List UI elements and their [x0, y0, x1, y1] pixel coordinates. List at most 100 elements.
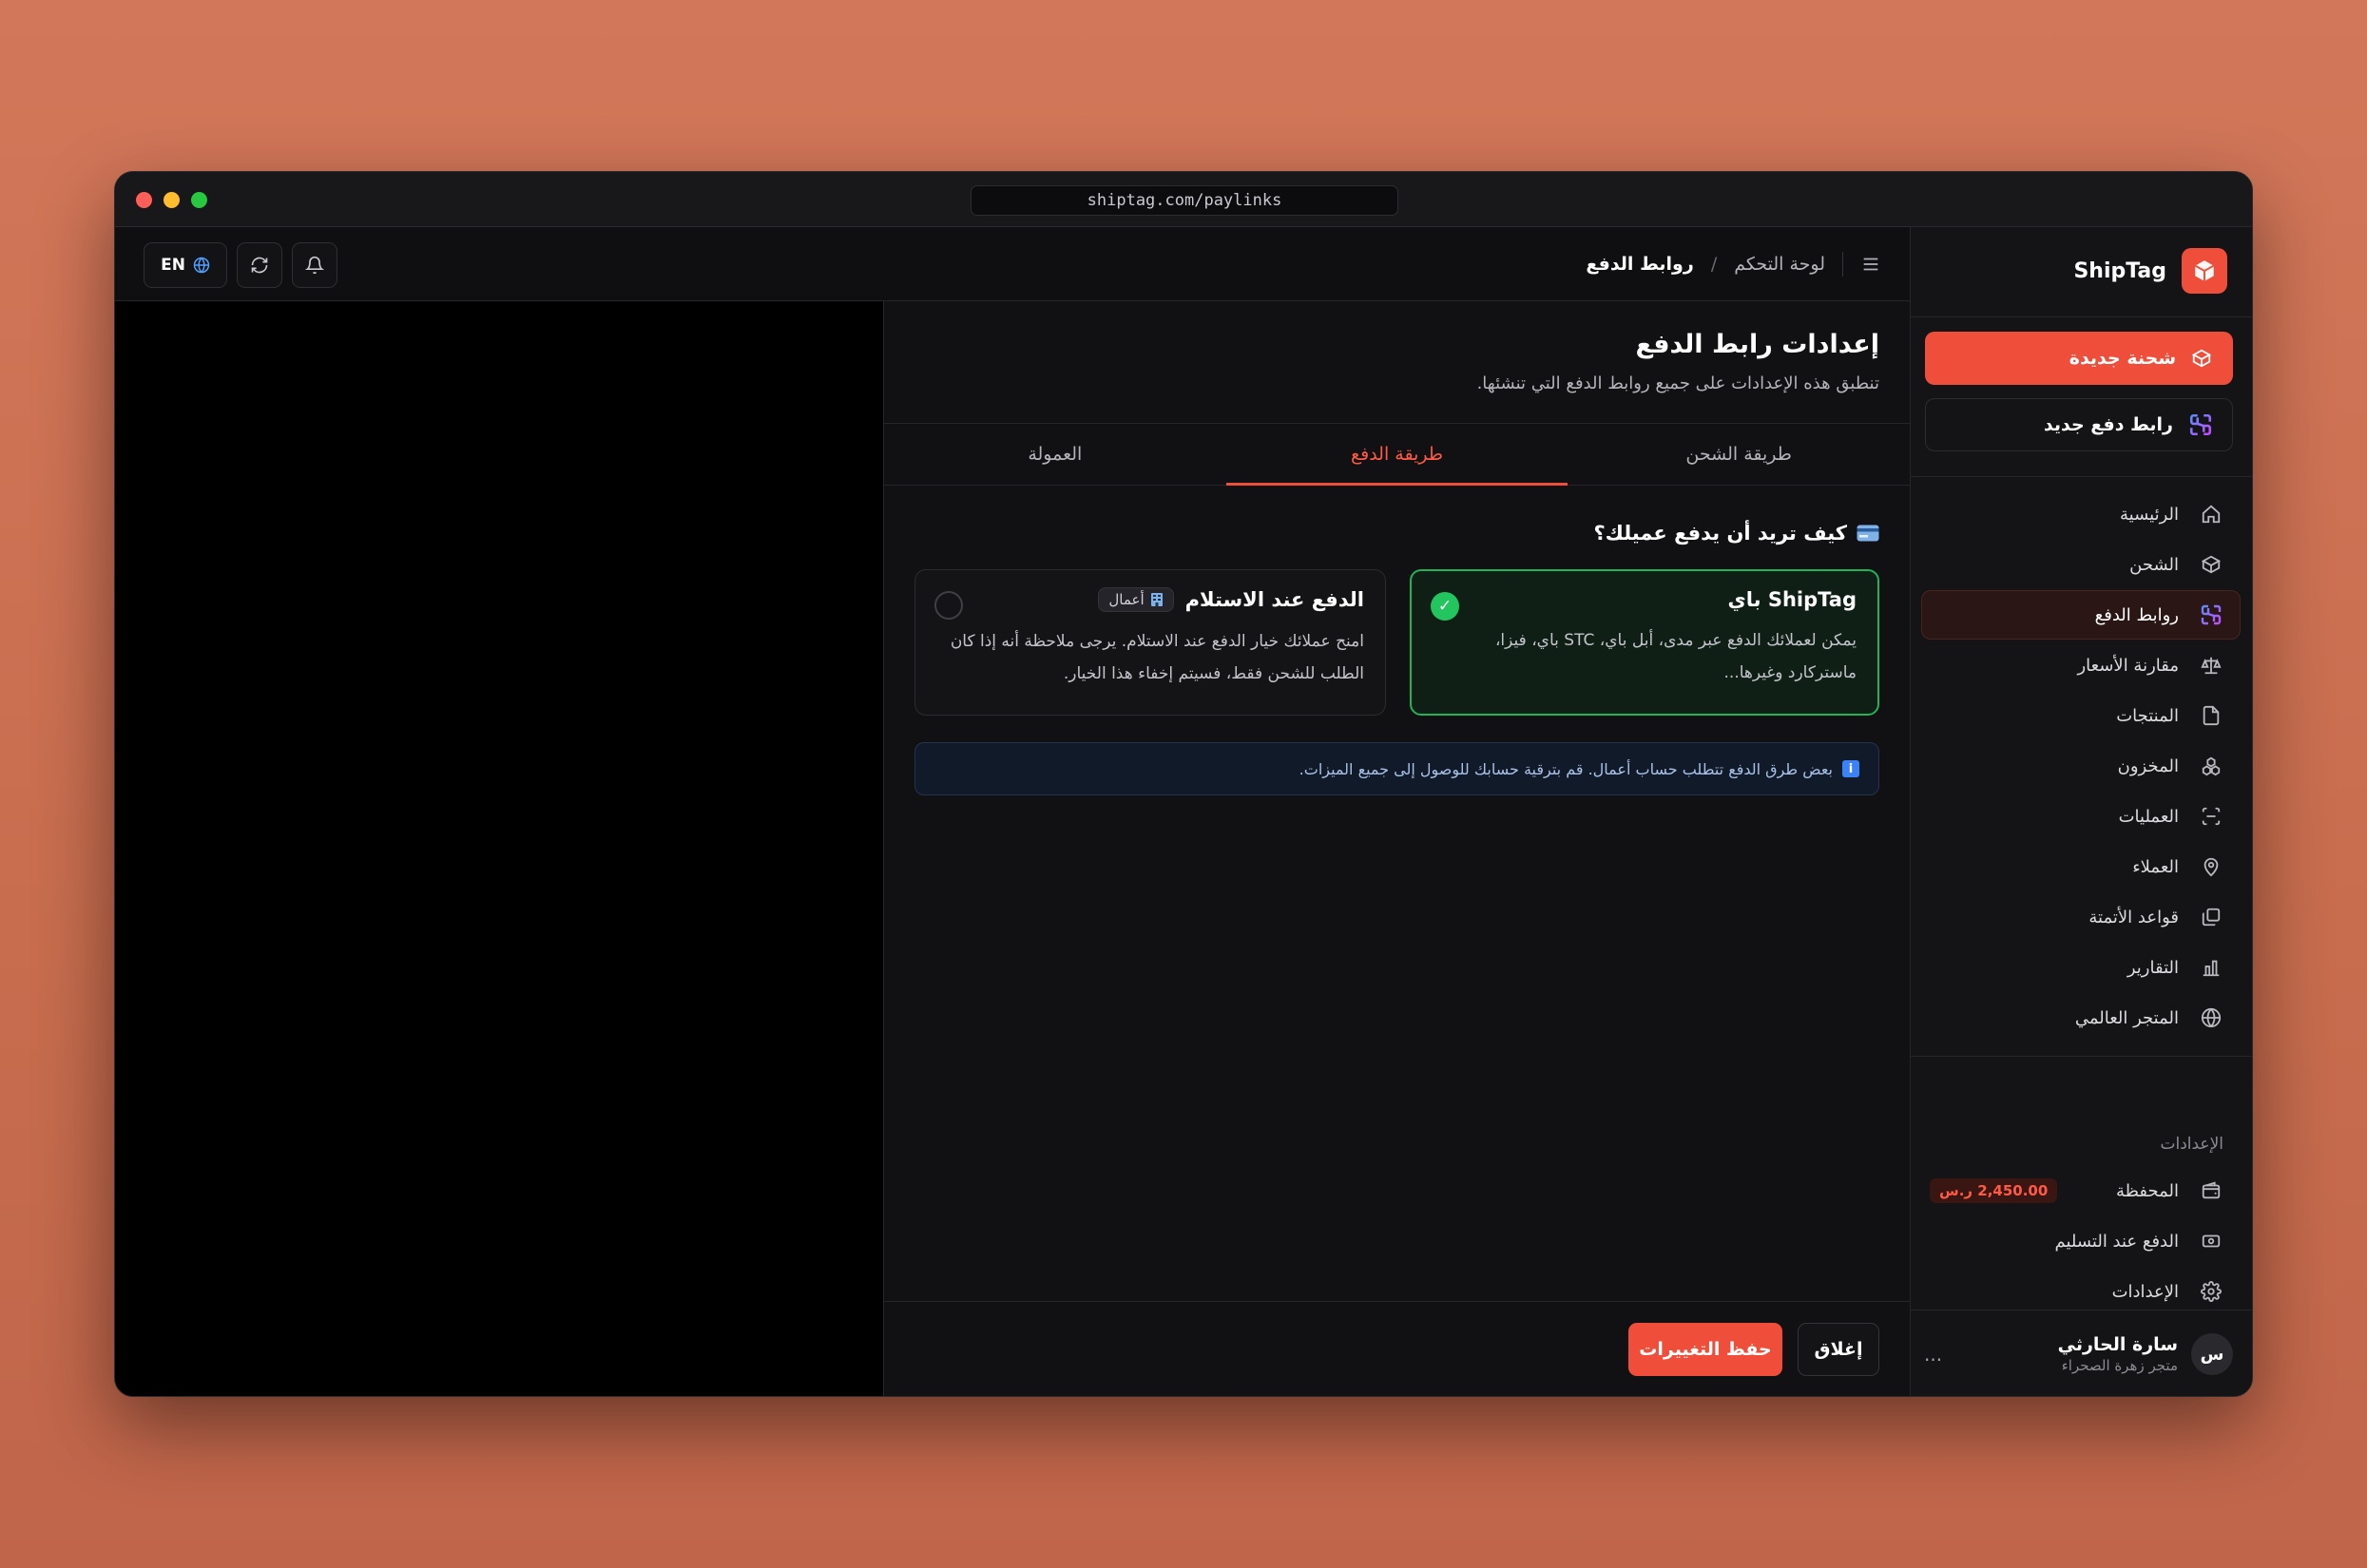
building-icon: [1150, 593, 1163, 606]
header-divider: [1842, 252, 1843, 277]
copy-icon: [2202, 908, 2221, 927]
payment-question-text: كيف تريد أن يدفع عميلك؟: [1593, 522, 1847, 545]
sidebar-item-label: المتجر العالمي: [2074, 1007, 2179, 1028]
bar-chart-icon: [2203, 960, 2220, 977]
option-shiptag-pay[interactable]: ShipTag باي يمكن لعملائك الدفع عبر مدى، …: [1410, 569, 1879, 716]
sidebar-item-shipping[interactable]: الشحن: [1921, 540, 2241, 589]
file-icon: [2203, 705, 2220, 726]
globe-icon: [2201, 1007, 2222, 1028]
box-icon: [2201, 555, 2222, 574]
sidebar: ShipTag شحنة جديدة رابط دفع جديد الرئيسي…: [1910, 227, 2252, 1396]
sidebar-item-inventory[interactable]: المخزون: [1921, 741, 2241, 791]
option-shiptag-pay-desc: يمكن لعملائك الدفع عبر مدى، أبل باي، STC…: [1494, 631, 1857, 682]
bell-icon: [305, 256, 324, 275]
logo-box-icon: [2182, 248, 2227, 294]
sidebar-item-cod[interactable]: الدفع عند التسليم: [1921, 1216, 2241, 1266]
tab-shipping-method[interactable]: طريقة الشحن: [1568, 424, 1910, 485]
notifications-button[interactable]: [292, 242, 337, 288]
breadcrumb-dashboard[interactable]: لوحة التحكم: [1734, 254, 1825, 275]
business-badge-label: أعمال: [1108, 591, 1145, 608]
sidebar-item-operations[interactable]: العمليات: [1921, 792, 2241, 841]
sidebar-item-label: الرئيسية: [2120, 504, 2179, 525]
business-badge: أعمال: [1098, 587, 1174, 612]
cash-icon: [2202, 1234, 2221, 1248]
user-name: سارة الحارثي: [2057, 1334, 2178, 1355]
close-button[interactable]: إغلاق: [1798, 1323, 1879, 1376]
boxes-icon: [2202, 756, 2221, 776]
url-bar[interactable]: shiptag.com/paylinks: [971, 185, 1398, 216]
minimize-window-button[interactable]: [164, 192, 180, 208]
sidebar-item-label: روابط الدفع: [2094, 604, 2179, 625]
sidebar-item-label: الدفع عند التسليم: [2054, 1231, 2179, 1252]
sidebar-item-reports[interactable]: التقارير: [1921, 943, 2241, 992]
breadcrumb-current: روابط الدفع: [1586, 254, 1694, 275]
save-changes-button[interactable]: حفظ التغييرات: [1628, 1323, 1782, 1376]
sidebar-item-label: المنتجات: [2116, 705, 2179, 726]
panel-subtitle: تنطبق هذه الإعدادات على جميع روابط الدفع…: [1476, 373, 1879, 393]
user-store: متجر زهرة الصحراء: [2061, 1357, 2178, 1374]
option-cash-on-delivery[interactable]: الدفع عند الاستلام أعمال امنح عملائك خيا…: [914, 569, 1386, 716]
breadcrumb-separator: /: [1710, 254, 1718, 275]
language-label: EN: [161, 256, 185, 275]
window-controls: [136, 192, 207, 208]
close-window-button[interactable]: [136, 192, 152, 208]
info-banner: i بعض طرق الدفع تتطلب حساب أعمال. قم بتر…: [914, 742, 1879, 795]
title-bar: shiptag.com/paylinks: [115, 172, 2252, 227]
avatar: س: [2191, 1333, 2233, 1375]
sidebar-item-global-store[interactable]: المتجر العالمي: [1921, 993, 2241, 1042]
sidebar-divider: [1911, 1056, 2252, 1057]
info-icon: i: [1842, 760, 1859, 777]
sidebar-item-label: العملاء: [2132, 856, 2179, 877]
sidebar-item-products[interactable]: المنتجات: [1921, 691, 2241, 740]
payment-question: كيف تريد أن يدفع عميلك؟: [1593, 522, 1879, 545]
wallet-icon: [2202, 1181, 2221, 1199]
home-icon: [2202, 505, 2221, 524]
sidebar-divider: [1911, 476, 2252, 477]
refresh-button[interactable]: [237, 242, 282, 288]
unselected-radio[interactable]: [934, 591, 963, 620]
paylink-settings-panel: إعدادات رابط الدفع تنطبق هذه الإعدادات ع…: [883, 301, 1910, 1396]
more-options-button[interactable]: ...: [1924, 1343, 1942, 1366]
sidebar-item-price-compare[interactable]: مقارنة الأسعار: [1921, 641, 2241, 690]
new-paylink-label: رابط دفع جديد: [2043, 414, 2173, 435]
settings-nav: المحفظة 2,450.00 ر.س الدفع عند التسليم ا…: [1921, 1166, 2241, 1317]
top-header: EN لوحة التحكم / روابط الدفع: [115, 227, 1910, 301]
user-profile[interactable]: س سارة الحارثي متجر زهرة الصحراء ...: [1924, 1328, 2233, 1381]
info-banner-text: بعض طرق الدفع تتطلب حساب أعمال. قم بترقي…: [1299, 759, 1833, 778]
browser-window: shiptag.com/paylinks EN لوحة التحكم / رو…: [114, 171, 2253, 1397]
brand[interactable]: ShipTag: [2073, 248, 2227, 294]
location-icon: [2203, 857, 2219, 877]
tab-payment-method[interactable]: طريقة الدفع: [1225, 424, 1568, 486]
sidebar-item-label: مقارنة الأسعار: [2077, 655, 2179, 676]
scale-icon: [2201, 657, 2222, 675]
breadcrumb: لوحة التحكم / روابط الدفع: [1586, 252, 1881, 277]
sidebar-item-automation[interactable]: قواعد الأتمتة: [1921, 892, 2241, 942]
brand-name: ShipTag: [2073, 258, 2166, 283]
option-cod-title: الدفع عند الاستلام: [1184, 588, 1364, 611]
box-icon: [2191, 349, 2212, 368]
panel-title: إعدادات رابط الدفع: [1635, 330, 1879, 359]
sidebar-item-label: المحفظة: [2115, 1180, 2179, 1201]
sidebar-item-customers[interactable]: العملاء: [1921, 842, 2241, 891]
globe-icon: [193, 257, 210, 274]
sidebar-item-wallet[interactable]: المحفظة 2,450.00 ر.س: [1921, 1166, 2241, 1215]
tab-commission[interactable]: العمولة: [884, 424, 1226, 485]
refresh-icon: [251, 257, 268, 274]
settings-section-label: الإعدادات: [2160, 1135, 2223, 1154]
menu-icon[interactable]: [1860, 254, 1881, 275]
sidebar-item-label: التقارير: [2126, 957, 2179, 978]
wallet-balance-badge: 2,450.00 ر.س: [1930, 1178, 2058, 1203]
gear-icon: [2201, 1281, 2222, 1302]
sidebar-item-home[interactable]: الرئيسية: [1921, 489, 2241, 539]
selected-check-icon: ✓: [1431, 592, 1459, 621]
sidebar-item-paylinks[interactable]: روابط الدفع: [1921, 590, 2241, 640]
new-paylink-button[interactable]: رابط دفع جديد: [1925, 398, 2233, 451]
sidebar-item-label: قواعد الأتمتة: [2088, 907, 2179, 927]
content-backdrop: [115, 301, 883, 1396]
language-button[interactable]: EN: [144, 242, 227, 288]
sidebar-item-label: الشحن: [2129, 554, 2179, 575]
maximize-window-button[interactable]: [191, 192, 207, 208]
new-shipment-button[interactable]: شحنة جديدة: [1925, 332, 2233, 385]
option-shiptag-pay-title: ShipTag باي: [1727, 588, 1857, 611]
sidebar-nav: الرئيسية الشحن روابط الدفع مقارنة الأسعا…: [1921, 489, 2241, 1043]
